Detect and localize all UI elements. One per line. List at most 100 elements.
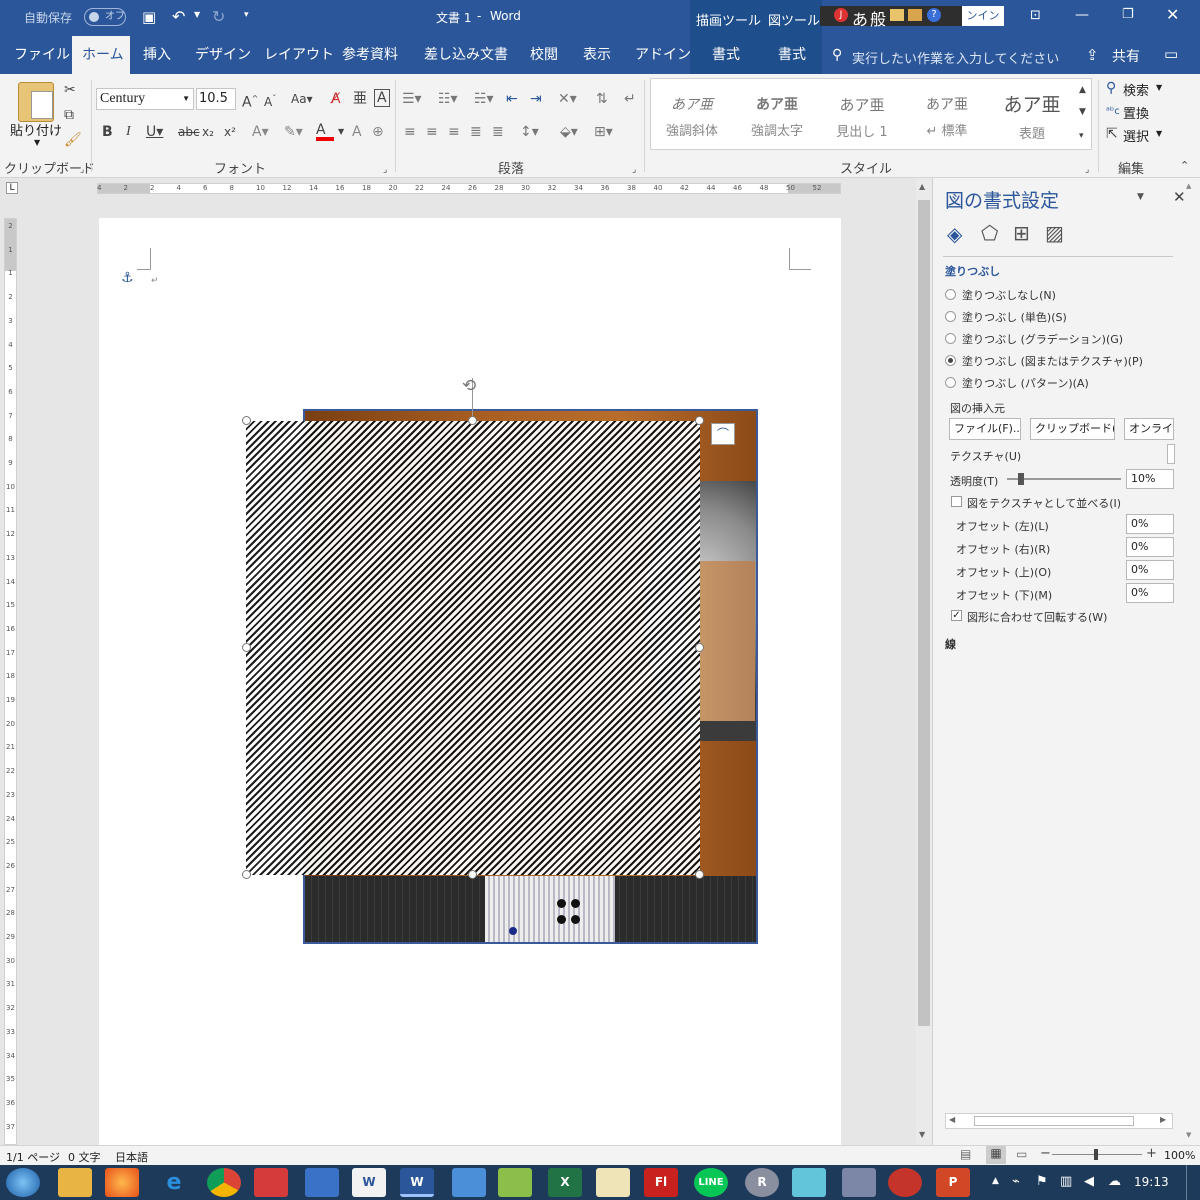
fill-solid-radio[interactable] [945,311,956,322]
zoom-level[interactable]: 100% [1164,1149,1195,1162]
underline-icon[interactable]: U▾ [146,124,163,140]
justify-icon[interactable]: ≣ [470,124,482,140]
powerpoint-icon[interactable]: P [936,1168,970,1197]
tab-design[interactable]: デザイン [195,36,251,74]
find-icon[interactable]: ⚲ [1106,80,1116,96]
show-marks-icon[interactable]: ↵ [624,91,636,107]
fill-pattern-radio[interactable] [945,377,956,388]
show-desktop-button[interactable] [1186,1165,1200,1200]
bullets-icon[interactable]: ☰▾ [402,91,422,107]
tile-checkbox[interactable] [951,496,962,507]
replace-icon[interactable]: ᵃᵇc [1106,104,1120,120]
insert-clipboard-button[interactable]: クリップボード(C) [1030,418,1115,440]
rotate-with-shape-label[interactable]: 図形に合わせて回転する(W) [967,609,1107,625]
font-launcher-icon[interactable]: ⌟ [383,162,387,178]
scroll-thumb[interactable] [918,200,930,1026]
tab-file[interactable]: ファイル [14,36,70,74]
find-button[interactable]: 検索 [1123,80,1149,99]
line-spacing-icon[interactable]: ↕▾ [520,124,539,140]
bank-app-icon[interactable] [888,1168,922,1197]
gallery-more-icon[interactable]: ▾ [1079,128,1084,144]
shading-icon[interactable]: ⬙▾ [560,124,578,140]
horizontal-ruler[interactable]: L 4 2 2 4 6 8 10 12 14 16 18 20 22 24 26 28 30 32 34 36 38 40… [0,178,932,200]
tile-label[interactable]: 図をテクスチャとして並べる(I) [967,495,1121,511]
resize-handle-tl[interactable] [242,416,251,425]
tab-picture-format[interactable]: 書式 [762,36,822,74]
ime-mode[interactable]: あ [852,6,868,30]
r-app-icon[interactable]: R [745,1168,779,1197]
resize-handle-br[interactable] [695,870,704,879]
grow-font-icon[interactable]: A^ [242,91,258,111]
zoom-slider[interactable] [1052,1149,1142,1160]
document-scrollbar[interactable]: ▲ ▼ [916,178,932,1145]
word-template-icon[interactable]: W [352,1168,386,1197]
fill-gradient-label[interactable]: 塗りつぶし (グラデーション)(G) [962,331,1123,347]
tab-mailings[interactable]: 差し込み文書 [424,36,508,74]
paste-dropdown-icon[interactable]: ▼ [34,138,40,147]
pane-options-icon[interactable]: ▼ [1137,192,1144,202]
tray-network-icon[interactable]: ▥ [1060,1174,1072,1189]
clipboard-launcher-icon[interactable]: ⌟ [80,162,84,178]
minimize-icon[interactable]: — [1075,7,1089,23]
offset-bottom-input[interactable]: 0% [1126,583,1174,603]
font-name-select[interactable]: Century ▼ [96,88,194,110]
pane-close-icon[interactable]: ✕ [1173,188,1186,206]
web-layout-icon[interactable]: ▭ [1016,1147,1027,1161]
share-button[interactable]: 共有 [1112,46,1140,66]
map-app-icon[interactable] [452,1168,486,1197]
align-right-icon[interactable]: ≡ [448,124,460,140]
resize-handle-top[interactable] [468,416,477,425]
scroll-up-icon[interactable]: ▲ [919,182,925,191]
fill-section-header[interactable]: 塗りつぶし [945,263,1000,279]
scroll-left-icon[interactable]: ◀ [949,1115,955,1124]
word-icon[interactable]: W [400,1168,434,1197]
fill-picture-label[interactable]: 塗りつぶし (図またはテクスチャ)(P) [962,353,1143,369]
font-size-select[interactable]: 10.5 [196,88,236,110]
internet-explorer-icon[interactable]: e [157,1168,191,1197]
word-count[interactable]: 0 文字 [68,1149,101,1165]
paste-button[interactable]: 貼り付け [10,120,62,139]
tab-selector-icon[interactable]: L [6,182,18,194]
share-icon[interactable]: ⇪ [1086,46,1099,64]
style-emphasis-italic[interactable]: あア亜 強調斜体 [654,86,730,140]
ime-logo-icon[interactable]: J [834,8,848,22]
text-direction-icon[interactable]: ✕▾ [558,91,577,107]
tell-me-input[interactable]: 実行したい作業を入力してください [852,48,1059,67]
fl-app-icon[interactable]: Fl [644,1168,678,1197]
tray-flag-icon[interactable]: ⚑ [1036,1174,1048,1189]
distributed-icon[interactable]: ≣ [492,124,504,140]
paragraph-launcher-icon[interactable]: ⌟ [632,162,636,178]
thunderbird-icon[interactable] [305,1168,339,1197]
font-color-icon[interactable]: A [316,122,334,141]
resize-handle-tr[interactable] [695,416,704,425]
tab-view[interactable]: 表示 [583,36,611,74]
style-emphasis-bold[interactable]: あア亜 強調太字 [739,86,815,140]
redo-icon[interactable]: ↻ [212,7,225,26]
find-dropdown-icon[interactable]: ▼ [1156,83,1162,92]
undo-icon[interactable]: ↶ [172,7,185,26]
insert-file-button[interactable]: ファイル(F)... [949,418,1021,440]
camera-app-icon[interactable] [254,1168,288,1197]
tab-addins[interactable]: アドイン [635,36,691,74]
rotate-handle-icon[interactable]: ⟲ [462,376,476,396]
italic-icon[interactable]: I [126,124,131,140]
save-icon[interactable]: ▣ [142,8,156,26]
align-center-icon[interactable]: ≡ [426,124,438,140]
superscript-icon[interactable]: x² [224,124,236,140]
tab-layout[interactable]: レイアウト [264,36,334,74]
resize-handle-bl[interactable] [242,870,251,879]
language-indicator[interactable]: 日本語 [115,1149,148,1165]
page-count[interactable]: 1/1 ページ [6,1149,60,1165]
paste-icon[interactable] [18,82,54,122]
clear-formatting-icon[interactable]: A̸ [331,91,341,107]
numbering-icon[interactable]: ☷▾ [438,91,458,107]
replace-button[interactable]: 置換 [1123,103,1149,122]
zoom-slider-thumb[interactable] [1094,1149,1098,1160]
increase-indent-icon[interactable]: ⇥ [530,91,542,107]
gallery-down-icon[interactable]: ▼ [1079,104,1086,120]
borders-icon[interactable]: ⊞▾ [594,124,613,140]
close-icon[interactable]: ✕ [1166,5,1179,24]
tablet-app-icon[interactable] [792,1168,826,1197]
multilevel-list-icon[interactable]: ☵▾ [474,91,494,107]
styles-launcher-icon[interactable]: ⌟ [1085,162,1089,178]
